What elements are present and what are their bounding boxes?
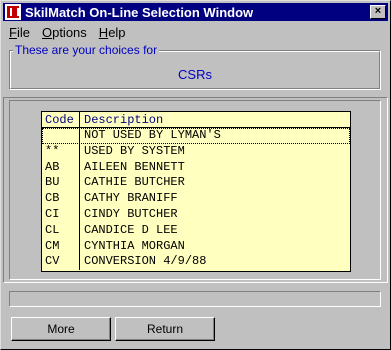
more-button[interactable]: More <box>11 317 111 341</box>
menu-file-accel: F <box>9 24 17 40</box>
app-icon[interactable] <box>5 4 21 20</box>
table-row[interactable]: AB AILEEN BENNETT <box>42 159 350 176</box>
cell-description: CATHIE BUTCHER <box>84 175 185 190</box>
table-row[interactable]: CV CONVERSION 4/9/88 <box>42 254 350 271</box>
cell-description: CATHY BRANIFF <box>84 191 178 206</box>
table-row[interactable]: CI CINDY BUTCHER <box>42 206 350 223</box>
menu-file[interactable]: File <box>3 25 36 40</box>
selection-grid[interactable]: Code Description NOT USED BY LYMAN'S ** … <box>41 111 351 272</box>
menu-help[interactable]: Help <box>93 25 132 40</box>
menu-file-label: ile <box>16 24 30 40</box>
table-row[interactable]: ** USED BY SYSTEM <box>42 143 350 160</box>
menu-options-label: ptions <box>52 24 87 40</box>
cell-description: USED BY SYSTEM <box>84 143 185 158</box>
cell-code: BU <box>42 175 80 192</box>
selection-window: SkilMatch On-Line Selection Window × Fil… <box>0 0 391 350</box>
cell-description: CYNTHIA MORGAN <box>84 238 185 253</box>
menu-options[interactable]: Options <box>36 25 93 40</box>
cell-code: CB <box>42 191 80 207</box>
cell-code: CI <box>42 206 80 223</box>
cell-code: CL <box>42 222 80 239</box>
menu-options-accel: O <box>41 24 53 40</box>
grid-header: Code Description <box>42 112 350 128</box>
choices-legend: These are your choices for <box>13 43 160 57</box>
cell-description: CINDY BUTCHER <box>84 206 178 221</box>
column-header-code[interactable]: Code <box>42 112 80 127</box>
cell-code: ** <box>42 143 80 160</box>
cell-description: CONVERSION 4/9/88 <box>84 254 207 269</box>
menu-help-accel: H <box>98 24 109 40</box>
status-bar <box>9 291 381 307</box>
table-row[interactable]: CB CATHY BRANIFF <box>42 191 350 207</box>
table-row[interactable]: BU CATHIE BUTCHER <box>42 175 350 192</box>
cell-code: CV <box>42 254 80 271</box>
table-row[interactable]: NOT USED BY LYMAN'S <box>42 128 350 144</box>
menu-help-label: elp <box>108 24 126 40</box>
cell-description: CANDICE D LEE <box>84 222 178 237</box>
table-row[interactable]: CL CANDICE D LEE <box>42 222 350 239</box>
close-button[interactable]: × <box>370 5 386 19</box>
return-button[interactable]: Return <box>115 317 215 341</box>
title-bar[interactable]: SkilMatch On-Line Selection Window × <box>3 3 388 21</box>
cell-code: AB <box>42 159 80 176</box>
table-row[interactable]: CM CYNTHIA MORGAN <box>42 238 350 255</box>
choices-value: CSRs <box>178 67 212 82</box>
column-header-description[interactable]: Description <box>80 112 350 127</box>
menu-bar: File Options Help <box>3 23 388 41</box>
window-title: SkilMatch On-Line Selection Window <box>25 4 254 20</box>
cell-description: NOT USED BY LYMAN'S <box>84 128 221 142</box>
cell-code <box>42 128 80 144</box>
cell-code: CM <box>42 238 80 255</box>
cell-description: AILEEN BENNETT <box>84 159 185 174</box>
